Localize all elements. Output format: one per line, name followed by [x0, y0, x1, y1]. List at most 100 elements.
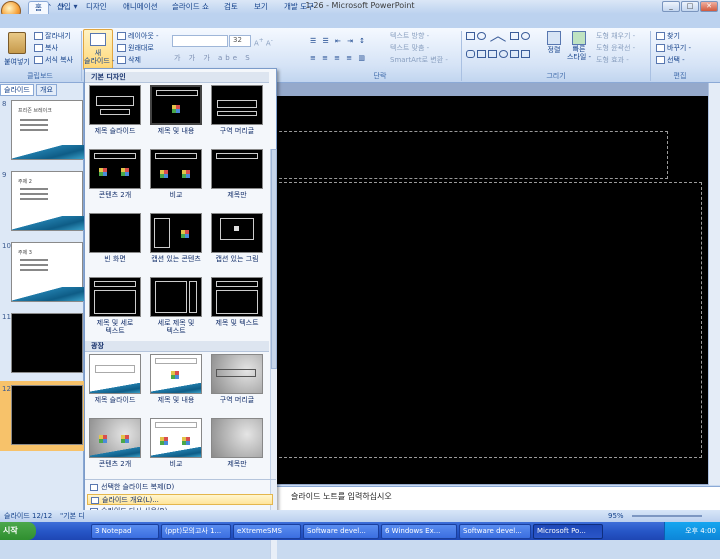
layout-title-content[interactable]	[150, 85, 202, 125]
layout-two-content[interactable]	[89, 149, 141, 189]
select-button[interactable]: 선택 -	[656, 55, 685, 66]
tab-outline[interactable]: 개요	[36, 84, 57, 96]
layout-picture-caption[interactable]	[211, 213, 263, 253]
arrange-button[interactable]: 정렬	[544, 31, 564, 69]
layout-title-slide[interactable]	[89, 85, 141, 125]
close-button[interactable]: ✕	[700, 1, 718, 12]
text-direction-button[interactable]: 텍스트 방향 -	[390, 31, 429, 42]
content-placeholder[interactable]	[274, 182, 702, 458]
flow-layout-section-header[interactable]	[211, 354, 263, 394]
reset-button[interactable]: 원래대로	[117, 43, 154, 54]
arrow-shape-icon[interactable]	[488, 50, 497, 58]
layout-title-only[interactable]	[211, 149, 263, 189]
replace-button[interactable]: 바꾸기 -	[656, 43, 691, 54]
align-buttons[interactable]: ≡ ≡ ≡ ≡ ▥	[310, 53, 367, 64]
scroll-thumb[interactable]	[271, 149, 277, 369]
slide-thumbnail-selected[interactable]	[11, 385, 83, 445]
rectangle-shape-icon[interactable]	[510, 32, 519, 40]
layout-blank[interactable]	[89, 213, 141, 253]
find-button[interactable]: 찾기	[656, 31, 680, 42]
slide-thumbnail[interactable]	[11, 313, 83, 373]
tab-slides[interactable]: 슬라이드	[0, 84, 34, 96]
thumb-number: 9	[2, 171, 7, 179]
title-placeholder[interactable]	[274, 131, 668, 179]
taskbar-item[interactable]: 3 Notepad	[91, 524, 159, 539]
font-size-combo[interactable]: 32	[229, 35, 251, 47]
slide-canvas[interactable]	[268, 96, 708, 484]
taskbar-item[interactable]: Software devel...	[303, 524, 379, 539]
layout-button[interactable]: 레이아웃 -	[117, 31, 159, 42]
shapes-gallery[interactable]	[466, 30, 532, 66]
line-shape-icon[interactable]	[497, 30, 510, 42]
layout-vertical-title-text[interactable]	[150, 277, 202, 317]
taskbar-item[interactable]: 6 Windows Ex...	[381, 524, 457, 539]
layout-content-caption[interactable]	[150, 213, 202, 253]
text-align-button[interactable]: 텍스트 맞춤 -	[390, 43, 429, 54]
placeholder	[155, 153, 197, 159]
new-slide-button[interactable]: 새 슬라이드 -	[83, 29, 115, 70]
rounded-rect-shape-icon[interactable]	[466, 50, 475, 58]
list-buttons[interactable]: ☰ ☰ ⇤ ⇥ ↕	[310, 36, 367, 47]
tab-home[interactable]: 홈	[28, 1, 49, 14]
tab-view[interactable]: 보기	[248, 1, 274, 14]
thumb-number: 10	[2, 242, 11, 250]
vertical-scrollbar[interactable]	[708, 83, 720, 485]
minimize-button[interactable]: _	[662, 1, 680, 12]
binoculars-icon	[656, 32, 665, 40]
slide-thumbnail[interactable]: 프리즌 브레이크	[11, 100, 84, 160]
start-button[interactable]: 시작	[0, 522, 36, 540]
layout-comparison[interactable]	[150, 149, 202, 189]
smiley-shape-icon[interactable]	[499, 50, 508, 58]
oval-shape-icon[interactable]	[477, 32, 486, 40]
flow-layout-title-content[interactable]	[150, 354, 202, 394]
maximize-button[interactable]: □	[681, 1, 699, 12]
layout-section-header[interactable]	[211, 85, 263, 125]
paste-button[interactable]: 붙여넣기	[2, 30, 32, 70]
tab-animations[interactable]: 애니메이션	[117, 1, 164, 14]
format-painter-button[interactable]: 서식 복사	[34, 55, 73, 66]
layout-label: 제목 및 세로 텍스트	[96, 319, 134, 335]
taskbar-item[interactable]: (ppt)모의고사 1...	[161, 524, 231, 539]
shape-effects-button[interactable]: 도형 효과 -	[596, 55, 629, 66]
zoom-level[interactable]: 95%	[608, 510, 624, 522]
zoom-slider[interactable]	[632, 515, 702, 517]
placeholder	[96, 96, 134, 106]
triangle-shape-icon[interactable]	[477, 50, 486, 58]
flow-layout-comparison[interactable]	[150, 418, 202, 458]
oval-shape-icon[interactable]	[521, 32, 530, 40]
shape-fill-button[interactable]: 도형 채우기 -	[596, 31, 635, 42]
slide-thumbnail[interactable]: 주제 3	[11, 242, 84, 302]
tab-design[interactable]: 디자인	[80, 1, 113, 14]
cut-button[interactable]: 잘라내기	[34, 31, 71, 42]
delete-slide-button[interactable]: 삭제	[117, 55, 141, 66]
layout-title-vertical-text[interactable]	[89, 277, 141, 317]
layout-title-text[interactable]	[211, 277, 263, 317]
shape-outline-button[interactable]: 도형 윤곽선 -	[596, 43, 635, 54]
taskbar-item-active[interactable]: Microsoft Po...	[533, 524, 603, 539]
line-shape-icon[interactable]	[486, 30, 499, 42]
tab-developer[interactable]: 개발 도구	[278, 1, 320, 14]
flow-layout-two-content[interactable]	[89, 418, 141, 458]
star-shape-icon[interactable]	[510, 50, 519, 58]
duplicate-slide-item[interactable]: 선택한 슬라이드 복제(D)	[87, 482, 273, 493]
layout-label: 제목 슬라이드	[94, 127, 136, 135]
smartart-button[interactable]: SmartArt로 변환 -	[390, 55, 448, 66]
copy-button[interactable]: 복사	[34, 43, 58, 54]
slide-thumbnail[interactable]: 주제 2	[11, 171, 84, 231]
notes-pane[interactable]: 슬라이드 노트를 입력하십시오	[268, 486, 720, 510]
quick-styles-button[interactable]: 빠른 스타일 -	[566, 31, 592, 69]
flow-layout-title-slide[interactable]	[89, 354, 141, 394]
taskbar-item[interactable]: eXtremeSMS	[233, 524, 301, 539]
taskbar-item[interactable]: Software devel...	[459, 524, 531, 539]
font-name-combo[interactable]	[172, 35, 228, 47]
layout-label: 비교	[169, 460, 183, 468]
font-format-buttons[interactable]: 가 가 가 abe S	[174, 53, 253, 64]
flow-layout-title-only[interactable]	[211, 418, 263, 458]
slide-outline-item[interactable]: 슬라이드 개요(L)...	[87, 494, 273, 505]
tab-insert[interactable]: 삽입	[51, 1, 77, 14]
tab-review[interactable]: 검토	[218, 1, 244, 14]
brace-shape-icon[interactable]	[521, 50, 530, 58]
rectangle-shape-icon[interactable]	[466, 32, 475, 40]
grow-font-button[interactable]: A+ A-	[254, 36, 273, 47]
tab-slideshow[interactable]: 슬라이드 쇼	[166, 1, 215, 14]
